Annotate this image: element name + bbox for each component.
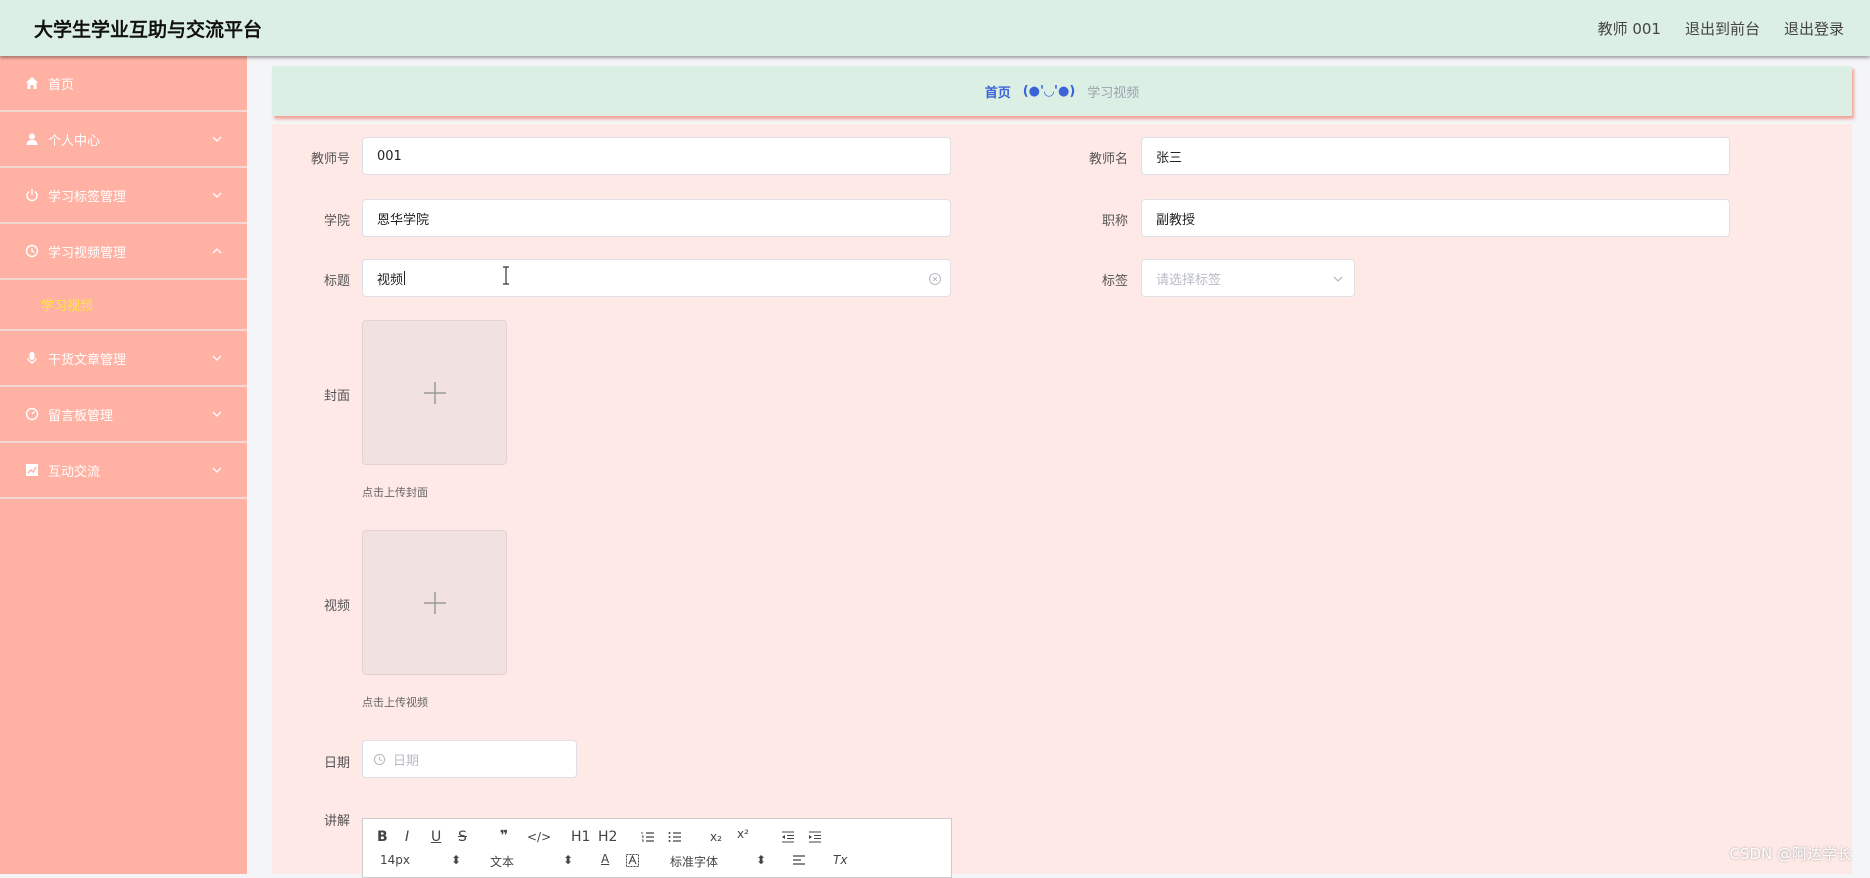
watermark: CSDN @阿达学长 bbox=[1729, 845, 1852, 863]
outdent-icon[interactable] bbox=[781, 831, 795, 843]
college-label: 学院 bbox=[323, 214, 350, 229]
microphone-icon bbox=[24, 350, 40, 366]
align-icon[interactable] bbox=[792, 855, 806, 867]
block-type-select[interactable]: 文本 bbox=[490, 853, 514, 870]
clear-icon[interactable] bbox=[928, 272, 942, 286]
sidebar-item-interaction[interactable]: 互动交流 bbox=[0, 443, 247, 499]
sidebar-item-label: 学习标签管理 bbox=[48, 189, 127, 205]
sidebar-item-label: 互动交流 bbox=[48, 464, 101, 480]
chevron-down-icon bbox=[1333, 276, 1343, 282]
tag-select[interactable]: 请选择标签 bbox=[1141, 259, 1355, 297]
chevron-down-icon bbox=[212, 192, 222, 198]
background-color-icon[interactable] bbox=[626, 854, 639, 867]
ordered-list-icon[interactable] bbox=[641, 831, 655, 843]
plus-icon bbox=[423, 381, 446, 404]
teacher-name-input[interactable]: 张三 bbox=[1141, 137, 1730, 175]
header-links: 教师 001 退出到前台 退出登录 bbox=[1598, 18, 1844, 39]
font-size-select[interactable]: 14px bbox=[380, 853, 410, 867]
code-button[interactable]: </> bbox=[527, 830, 551, 844]
power-icon bbox=[24, 187, 40, 203]
title-input[interactable]: 视频 bbox=[362, 259, 951, 297]
sidebar-item-study-videos[interactable]: 学习视频管理 bbox=[0, 224, 247, 280]
breadcrumb: 首页 (●'◡'●) 学习视频 bbox=[272, 66, 1852, 116]
clear-format-button[interactable]: Tx bbox=[833, 853, 847, 867]
indent-icon[interactable] bbox=[808, 831, 822, 843]
bold-button[interactable]: B bbox=[377, 829, 388, 845]
sidebar-item-articles[interactable]: 干货文章管理 bbox=[0, 331, 247, 387]
user-icon bbox=[24, 131, 40, 147]
rich-text-editor[interactable]: B I U S ❞ </> H1 H2 x₂ x² 14px ⬍ 文本 ⬍ A … bbox=[362, 818, 952, 878]
sidebar-item-personal-center[interactable]: 个人中心 bbox=[0, 112, 247, 168]
chevron-down-icon bbox=[212, 136, 222, 142]
top-header: 大学生学业互助与交流平台 教师 001 退出到前台 退出登录 bbox=[0, 0, 1870, 56]
breadcrumb-home-link[interactable]: 首页 bbox=[985, 82, 1011, 101]
sidebar: 首页 个人中心 学习标签管理 学习视频管理 学习视频 干货文章管理 留言板管理 bbox=[0, 56, 247, 874]
home-icon bbox=[24, 75, 40, 91]
title-rank-value: 副教授 bbox=[1156, 212, 1196, 228]
sidebar-item-label: 学习视频管理 bbox=[48, 245, 127, 261]
college-input[interactable]: 恩华学院 bbox=[362, 199, 951, 237]
strike-button[interactable]: S bbox=[458, 829, 467, 845]
title-value: 视频 bbox=[377, 272, 404, 288]
date-label: 日期 bbox=[323, 756, 350, 771]
bullet-list-icon[interactable] bbox=[668, 831, 682, 843]
app-title: 大学生学业互助与交流平台 bbox=[34, 18, 263, 41]
clock-icon bbox=[373, 753, 386, 766]
font-size-arrows: ⬍ bbox=[451, 853, 462, 867]
breadcrumb-current: 学习视频 bbox=[1087, 85, 1140, 101]
video-upload[interactable] bbox=[362, 530, 507, 675]
video-label: 视频 bbox=[323, 599, 350, 614]
teacher-name-label: 教师名 bbox=[1088, 152, 1128, 167]
logout-link[interactable]: 退出登录 bbox=[1784, 18, 1844, 39]
h2-button[interactable]: H2 bbox=[598, 829, 617, 845]
teacher-no-input[interactable]: 001 bbox=[362, 137, 951, 175]
video-hint: 点击上传视频 bbox=[362, 696, 428, 709]
font-family-select[interactable]: 标准字体 bbox=[670, 853, 718, 870]
chevron-down-icon bbox=[212, 355, 222, 361]
date-picker[interactable]: 日期 bbox=[362, 740, 577, 778]
title-rank-label: 职称 bbox=[1101, 214, 1128, 229]
sidebar-item-label: 首页 bbox=[48, 77, 75, 93]
clock-icon bbox=[24, 243, 40, 259]
chevron-down-icon bbox=[212, 411, 222, 417]
sidebar-subitem-study-video[interactable]: 学习视频 bbox=[0, 280, 247, 331]
tag-label: 标签 bbox=[1101, 274, 1128, 289]
back-to-front-link[interactable]: 退出到前台 bbox=[1685, 18, 1760, 39]
current-user: 教师 001 bbox=[1597, 19, 1661, 38]
block-type-arrows: ⬍ bbox=[563, 853, 574, 867]
subscript-button[interactable]: x₂ bbox=[710, 830, 722, 844]
college-value: 恩华学院 bbox=[377, 212, 430, 228]
sidebar-item-label: 留言板管理 bbox=[48, 408, 114, 424]
underline-button[interactable]: U bbox=[431, 829, 441, 845]
sidebar-item-message-board[interactable]: 留言板管理 bbox=[0, 387, 247, 443]
sidebar-item-label: 个人中心 bbox=[48, 133, 101, 149]
blockquote-button[interactable]: ❞ bbox=[500, 828, 508, 844]
teacher-no-label: 教师号 bbox=[310, 152, 350, 167]
h1-button[interactable]: H1 bbox=[571, 829, 590, 845]
teacher-no-value: 001 bbox=[377, 148, 402, 164]
cover-upload[interactable] bbox=[362, 320, 507, 465]
title-label: 标题 bbox=[323, 274, 350, 289]
cover-label: 封面 bbox=[323, 389, 350, 404]
sidebar-item-study-tags[interactable]: 学习标签管理 bbox=[0, 168, 247, 224]
italic-button[interactable]: I bbox=[405, 829, 409, 845]
sidebar-item-home[interactable]: 首页 bbox=[0, 56, 247, 112]
chevron-down-icon bbox=[212, 467, 222, 473]
text-cursor-icon bbox=[503, 266, 509, 285]
sidebar-item-label: 干货文章管理 bbox=[48, 352, 127, 368]
explain-label: 讲解 bbox=[323, 814, 350, 829]
plus-icon bbox=[423, 591, 446, 614]
text-color-button[interactable]: A bbox=[601, 852, 609, 866]
date-placeholder: 日期 bbox=[393, 753, 420, 769]
superscript-button[interactable]: x² bbox=[737, 827, 749, 841]
chart-icon bbox=[24, 462, 40, 478]
gauge-icon bbox=[24, 406, 40, 422]
title-rank-input[interactable]: 副教授 bbox=[1141, 199, 1730, 237]
chevron-up-icon bbox=[212, 248, 222, 254]
breadcrumb-separator: (●'◡'●) bbox=[1022, 83, 1076, 99]
teacher-name-value: 张三 bbox=[1156, 150, 1183, 166]
font-family-arrows: ⬍ bbox=[756, 853, 767, 867]
tag-placeholder: 请选择标签 bbox=[1156, 272, 1222, 288]
cover-hint: 点击上传封面 bbox=[362, 486, 428, 499]
